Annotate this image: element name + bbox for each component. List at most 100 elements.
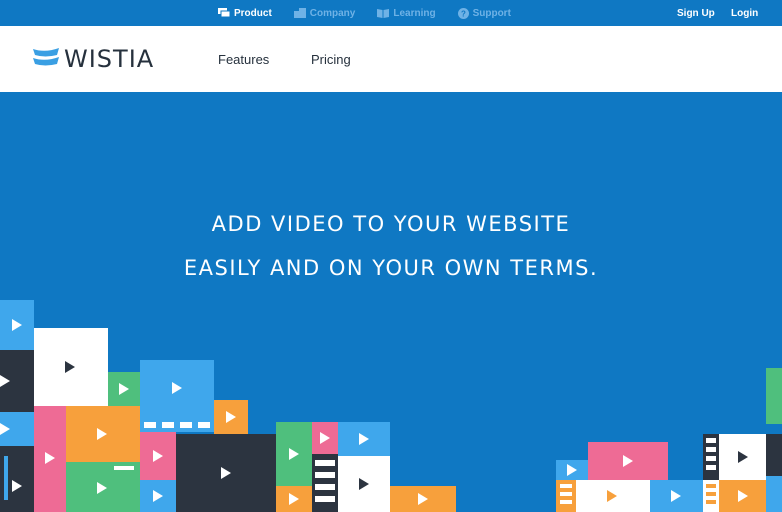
video-tile	[338, 422, 390, 456]
video-tile	[0, 300, 34, 350]
video-tile	[556, 460, 588, 480]
play-icon	[97, 428, 107, 440]
video-tile	[390, 486, 456, 512]
play-icon	[738, 490, 748, 502]
top-nav: Product Company Learning ? Support	[218, 0, 533, 26]
video-tile	[0, 446, 34, 512]
play-icon	[97, 482, 107, 494]
play-icon	[289, 493, 299, 505]
play-icon	[0, 423, 10, 435]
play-icon	[359, 478, 369, 490]
video-tile	[214, 400, 248, 434]
sign-up-link[interactable]: Sign Up	[677, 0, 715, 26]
filmstrip-cell	[706, 456, 716, 461]
filmstrip-cell	[114, 466, 134, 470]
play-icon	[623, 455, 633, 467]
video-tile	[703, 480, 719, 512]
video-tile	[66, 406, 140, 462]
play-icon	[359, 433, 369, 445]
logo-text: WISTIA	[64, 45, 155, 73]
video-tile	[140, 480, 176, 512]
video-tile	[650, 480, 703, 512]
video-tile	[766, 434, 782, 476]
play-icon	[320, 432, 330, 444]
video-tile	[176, 434, 276, 512]
filmstrip-cell	[315, 496, 335, 502]
video-tile	[0, 412, 34, 446]
play-icon	[221, 467, 231, 479]
hero-headline-line2: EASILY AND ON YOUR OWN TERMS.	[183, 256, 599, 280]
play-icon	[671, 490, 681, 502]
nav-features[interactable]: Features	[218, 52, 269, 67]
top-utility-bar: Product Company Learning ? Support Sign …	[0, 0, 782, 26]
filmstrip-cell	[706, 438, 716, 443]
filmstrip-cell	[706, 447, 716, 452]
hero-section: ADD VIDEO TO YOUR WEBSITE EASILY AND ON …	[0, 92, 782, 512]
filmstrip-cell	[560, 500, 572, 504]
hero-headline-line1: ADD VIDEO TO YOUR WEBSITE	[211, 212, 571, 236]
play-icon	[226, 411, 236, 423]
wistia-logo-icon	[33, 47, 59, 72]
play-icon	[607, 490, 617, 502]
play-icon	[12, 319, 22, 331]
video-tile	[140, 432, 176, 480]
topnav-item-label: Support	[472, 7, 511, 19]
filmstrip-cell	[4, 456, 8, 500]
video-tile	[703, 434, 719, 480]
filmstrip-cell	[560, 492, 572, 496]
video-tile	[588, 442, 668, 480]
question-icon: ?	[457, 7, 469, 19]
video-tile	[766, 368, 782, 424]
filmstrip-cell	[315, 484, 335, 490]
video-tile	[766, 476, 782, 512]
topnav-item-label: Product	[234, 7, 272, 19]
filmstrip-cell	[180, 422, 192, 428]
video-tile	[312, 422, 338, 454]
video-tile	[0, 350, 34, 412]
filmstrip-cell	[706, 465, 716, 470]
filmstrip-cell	[198, 422, 210, 428]
site-header: WISTIA Features Pricing	[0, 26, 782, 92]
nav-pricing[interactable]: Pricing	[311, 52, 351, 67]
video-tile	[576, 480, 650, 512]
filmstrip-cell	[706, 484, 716, 488]
video-tile	[108, 372, 140, 406]
play-icon	[153, 450, 163, 462]
topnav-item-support[interactable]: ? Support	[457, 0, 511, 26]
video-tile	[556, 480, 576, 512]
topnav-item-label: Learning	[393, 7, 436, 19]
filmstrip-cell	[315, 460, 335, 466]
play-icon	[45, 452, 55, 464]
play-icon	[289, 448, 299, 460]
filmstrip-cell	[706, 500, 716, 504]
svg-text:?: ?	[461, 9, 466, 18]
product-icon	[218, 8, 230, 18]
topnav-item-label: Company	[309, 7, 356, 19]
play-icon	[0, 375, 10, 387]
filmstrip-cell	[162, 422, 174, 428]
play-icon	[418, 493, 428, 505]
filmstrip-cell	[706, 492, 716, 496]
login-link[interactable]: Login	[731, 0, 758, 26]
video-tile	[34, 406, 66, 512]
play-icon	[738, 451, 748, 463]
play-icon	[12, 480, 22, 492]
video-tile	[66, 462, 140, 512]
topnav-item-learning[interactable]: Learning	[377, 0, 436, 26]
filmstrip-cell	[144, 422, 156, 428]
filmstrip-cell	[315, 472, 335, 478]
video-tile	[719, 434, 766, 480]
topnav-item-company[interactable]: Company	[293, 0, 356, 26]
wistia-logo[interactable]: WISTIA	[33, 44, 154, 74]
play-icon	[172, 382, 182, 394]
video-tile	[276, 422, 312, 486]
play-icon	[153, 490, 163, 502]
video-tile	[312, 454, 338, 512]
play-icon	[119, 383, 129, 395]
play-icon	[65, 361, 75, 373]
video-tile	[34, 328, 108, 406]
play-icon	[567, 464, 577, 476]
filmstrip-cell	[560, 484, 572, 488]
video-tile	[719, 480, 766, 512]
topnav-item-product[interactable]: Product	[218, 0, 272, 26]
